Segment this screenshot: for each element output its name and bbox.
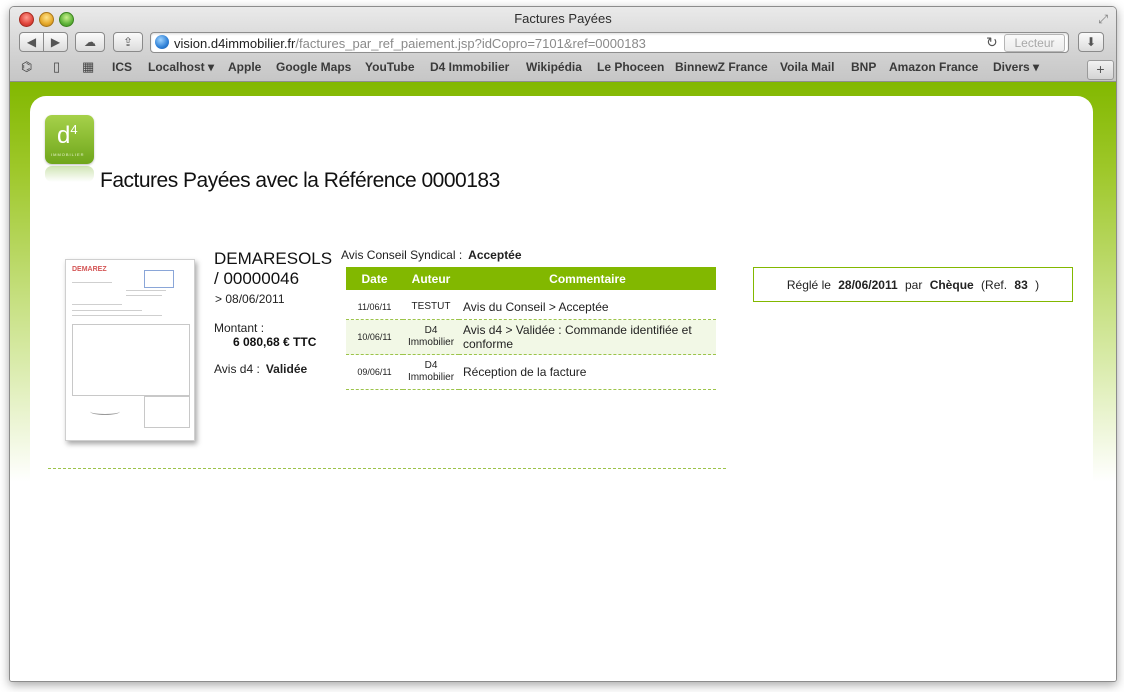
bookmark-ics[interactable]: ICS <box>112 60 132 74</box>
row-comment: Avis d4 > Validée : Commande identifiée … <box>459 319 716 355</box>
history-header-row: Date Auteur Commentaire <box>346 267 716 290</box>
logo-text: d4 <box>57 122 78 149</box>
bookmark-amazon-france[interactable]: Amazon France <box>889 60 978 74</box>
bookmark-divers[interactable]: Divers ▾ <box>993 60 1039 74</box>
payment-prefix: Réglé le <box>786 278 831 292</box>
d4-logo[interactable]: d4 IMMOBILIER <box>45 115 94 164</box>
thumbnail-table <box>72 324 190 396</box>
address-bar[interactable]: vision.d4immobilier.fr/factures_par_ref_… <box>150 32 1069 53</box>
top-sites-icon[interactable]: ▦ <box>82 59 94 75</box>
bookmark-voila-mail[interactable]: Voila Mail <box>780 60 834 74</box>
row-author: D4 Immobilier <box>403 354 459 390</box>
download-icon: ⬇ <box>1085 35 1097 49</box>
thumbnail-stamp <box>144 270 174 288</box>
page-title: Factures Payées avec la Référence 000018… <box>100 169 500 192</box>
back-button[interactable]: ◀ <box>19 32 44 52</box>
bookmark-youtube[interactable]: YouTube <box>365 60 415 74</box>
bookmark-google-maps[interactable]: Google Maps <box>276 60 351 74</box>
logo-subtitle: IMMOBILIER <box>51 152 85 157</box>
forward-button[interactable]: ▶ <box>43 32 68 52</box>
bookmarks-bar: ⌬ ▯ ▦ ICS Localhost ▾ Apple Google Maps … <box>10 57 1116 79</box>
row-comment: Réception de la facture <box>459 354 716 390</box>
payment-info-box: Réglé le 28/06/2011 par Chèque (Ref. 83 … <box>753 267 1073 302</box>
amount-label: Montant : <box>214 321 265 335</box>
browser-window: Factures Payées ⤢ ◀ ▶ ☁ ⇪ vision.d4immob… <box>9 6 1117 682</box>
reload-icon[interactable]: ↻ <box>986 34 998 51</box>
reader-button[interactable]: Lecteur <box>1004 34 1065 52</box>
back-icon: ◀ <box>26 35 37 49</box>
d4-opinion-label: Avis d4 : <box>214 362 260 376</box>
bookmark-le-phoceen[interactable]: Le Phoceen <box>597 60 664 74</box>
fullscreen-icon[interactable]: ⤢ <box>1098 12 1108 27</box>
section-divider <box>48 468 726 469</box>
bookmark-binnewz[interactable]: BinnewZ France <box>675 60 768 74</box>
invoice-date: > 08/06/2011 <box>215 292 285 306</box>
council-opinion-value: Acceptée <box>468 248 522 262</box>
table-row: 11/06/11 TESTUT Avis du Conseil > Accept… <box>346 295 716 320</box>
payment-method: Chèque <box>929 278 974 292</box>
invoice-thumbnail[interactable]: DEMAREZ <box>65 259 195 441</box>
d4-opinion: Avis d4 : Validée <box>214 362 307 376</box>
row-date: 09/06/11 <box>346 354 403 390</box>
row-author: D4 Immobilier <box>403 319 459 355</box>
council-opinion-label: Avis Conseil Syndical : <box>341 248 463 262</box>
forward-icon: ▶ <box>50 35 61 49</box>
page-content: d4 IMMOBILIER Factures Payées avec la Ré… <box>10 82 1116 681</box>
main-panel: d4 IMMOBILIER Factures Payées avec la Ré… <box>30 96 1093 681</box>
bookmark-d4-immobilier[interactable]: D4 Immobilier <box>430 60 509 74</box>
column-header-commentaire: Commentaire <box>459 267 716 290</box>
row-date: 10/06/11 <box>346 319 403 355</box>
url-text[interactable]: vision.d4immobilier.fr/factures_par_ref_… <box>174 36 646 51</box>
globe-icon <box>155 35 169 49</box>
url-domain: vision.d4immobilier.fr <box>174 36 296 51</box>
url-path: /factures_par_ref_paiement.jsp?idCopro=7… <box>295 36 646 51</box>
d4-opinion-value: Validée <box>265 362 308 376</box>
table-row: 10/06/11 D4 Immobilier Avis d4 > Validée… <box>346 319 716 355</box>
supplier-invoice-number[interactable]: DEMARESOLS / 00000046 <box>214 249 334 289</box>
bookmark-wikipedia[interactable]: Wikipédia <box>526 60 582 74</box>
title-bar: Factures Payées ⤢ ◀ ▶ ☁ ⇪ vision.d4immob… <box>10 7 1116 82</box>
window-title: Factures Payées <box>514 11 612 26</box>
icloud-tabs-button[interactable]: ☁ <box>75 32 105 52</box>
payment-ref-value: 83 <box>1014 278 1028 292</box>
downloads-button[interactable]: ⬇ <box>1078 32 1104 52</box>
bookmark-localhost[interactable]: Localhost ▾ <box>148 60 214 74</box>
bookmark-apple[interactable]: Apple <box>228 60 261 74</box>
table-row: 09/06/11 D4 Immobilier Réception de la f… <box>346 354 716 390</box>
share-button[interactable]: ⇪ <box>113 32 143 52</box>
column-header-auteur: Auteur <box>403 267 459 290</box>
payment-ref-close: ) <box>1035 278 1040 292</box>
logo-reflection <box>45 166 94 182</box>
plus-icon: + <box>1096 61 1105 77</box>
thumbnail-header: DEMAREZ <box>72 266 107 273</box>
cloud-icon: ☁ <box>84 35 96 49</box>
column-header-date: Date <box>346 267 403 290</box>
payment-par: par <box>905 278 923 292</box>
payment-date: 28/06/2011 <box>838 278 898 292</box>
share-icon: ⇪ <box>122 35 134 49</box>
bookmark-bnp[interactable]: BNP <box>851 60 876 74</box>
row-author: TESTUT <box>403 295 459 320</box>
council-opinion: Avis Conseil Syndical : Acceptée <box>341 248 522 262</box>
new-tab-button[interactable]: + <box>1087 60 1114 80</box>
amount-value: 6 080,68 € TTC <box>233 335 317 349</box>
thumbnail-signature <box>90 408 120 415</box>
row-comment: Avis du Conseil > Acceptée <box>459 295 716 320</box>
payment-ref-label: (Ref. <box>981 278 1008 292</box>
row-date: 11/06/11 <box>346 295 403 320</box>
bookmarks-icon[interactable]: ▯ <box>53 59 60 75</box>
thumbnail-totals <box>144 396 190 428</box>
history-table: Date Auteur Commentaire 11/06/11 TESTUT … <box>346 267 716 390</box>
reading-list-icon[interactable]: ⌬ <box>21 59 32 75</box>
